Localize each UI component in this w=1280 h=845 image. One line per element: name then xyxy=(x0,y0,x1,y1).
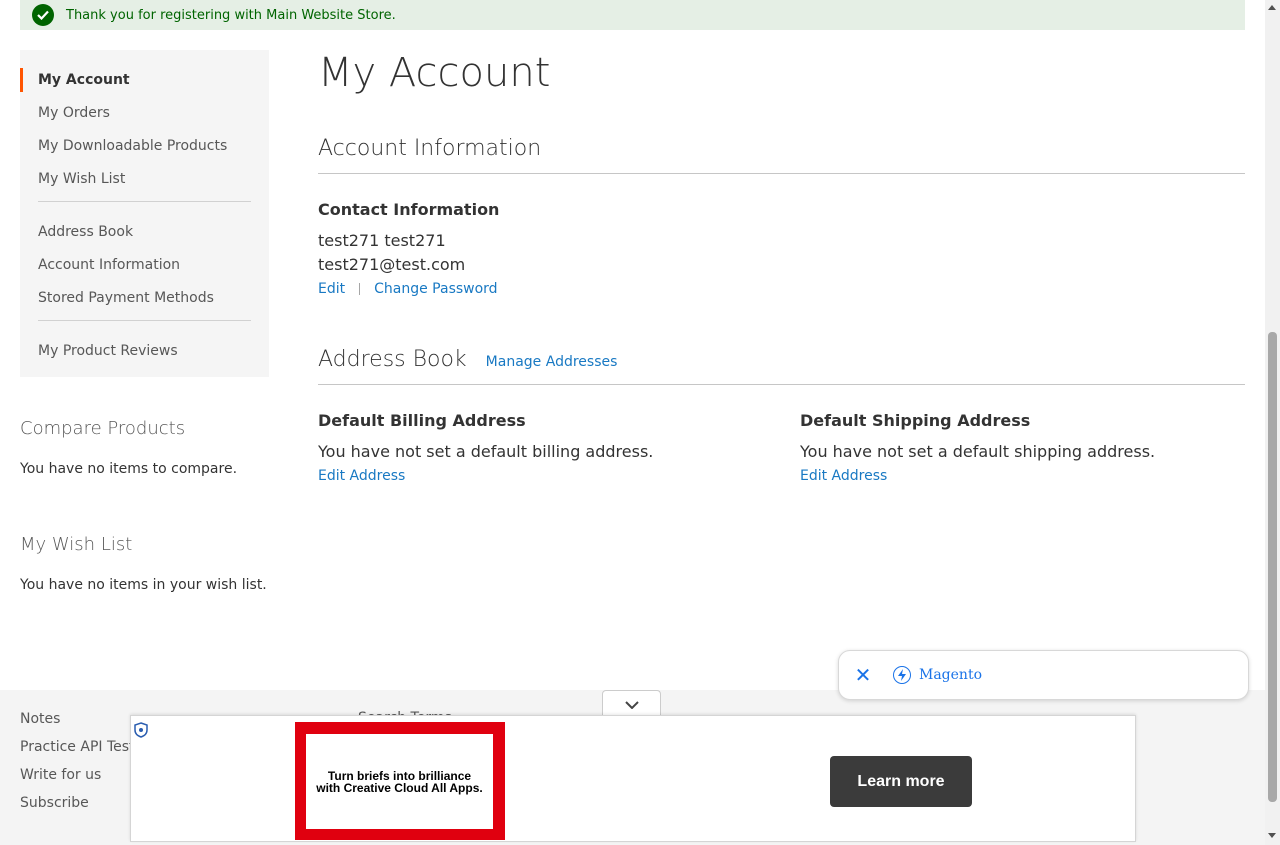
account-nav: My Account My Orders My Downloadable Pro… xyxy=(20,50,269,377)
nav-item-downloadable-products[interactable]: My Downloadable Products xyxy=(20,134,269,167)
edit-billing-address-link[interactable]: Edit Address xyxy=(318,468,405,484)
shipping-address-title: Default Shipping Address xyxy=(800,411,1031,430)
compare-products-title: Compare Products xyxy=(20,418,186,439)
nav-item-wish-list[interactable]: My Wish List xyxy=(20,167,269,200)
contact-information-box: Contact Information test271 test271 test… xyxy=(318,200,1245,297)
contact-information-title: Contact Information xyxy=(318,200,500,219)
search-suggestion-chip[interactable]: ✕ Magento xyxy=(838,650,1249,700)
lightning-icon xyxy=(893,666,911,684)
billing-address-title: Default Billing Address xyxy=(318,411,526,430)
manage-addresses-link[interactable]: Manage Addresses xyxy=(486,354,618,370)
account-information-title: Account Information xyxy=(318,136,542,161)
nav-item-account-information[interactable]: Account Information xyxy=(20,253,269,286)
ad-creative-text: Turn briefs into brilliance with Creativ… xyxy=(306,734,493,829)
action-separator xyxy=(359,283,361,295)
ad-shield-icon[interactable] xyxy=(134,722,148,742)
close-icon[interactable]: ✕ xyxy=(853,663,873,687)
ad-creative-line-1: Turn briefs into brilliance xyxy=(327,768,472,783)
footer-link-notes[interactable]: Notes xyxy=(20,710,138,738)
ad-learn-more-button[interactable]: Learn more xyxy=(830,756,972,807)
change-password-link[interactable]: Change Password xyxy=(374,281,497,297)
shipping-address-box: Default Shipping Address You have not se… xyxy=(800,411,1155,484)
account-information-heading: Account Information xyxy=(318,136,1245,174)
compare-empty-text: You have no items to compare. xyxy=(20,461,238,477)
ad-collapse-button[interactable] xyxy=(602,690,661,718)
wishlist-block: My Wish List You have no items in your w… xyxy=(20,534,267,593)
scroll-down-arrow-icon[interactable] xyxy=(1268,833,1276,838)
footer-link-write-for-us[interactable]: Write for us xyxy=(20,766,138,794)
footer-links: Notes Practice API Testi Write for us Su… xyxy=(20,710,138,822)
ad-banner[interactable]: Turn briefs into brilliance with Creativ… xyxy=(130,715,1136,842)
wishlist-empty-text: You have no items in your wish list. xyxy=(20,577,267,593)
search-chip-label[interactable]: Magento xyxy=(919,667,982,683)
customer-name: test271 test271 xyxy=(318,231,446,250)
wishlist-title: My Wish List xyxy=(20,534,133,555)
edit-contact-link[interactable]: Edit xyxy=(318,281,345,297)
compare-products-block: Compare Products You have no items to co… xyxy=(20,418,237,477)
billing-address-text: You have not set a default billing addre… xyxy=(318,442,654,461)
checkmark-icon xyxy=(32,4,54,26)
scroll-up-arrow-icon[interactable] xyxy=(1268,5,1276,10)
success-message: Thank you for registering with Main Webs… xyxy=(20,0,1245,30)
ad-creative[interactable]: Turn briefs into brilliance with Creativ… xyxy=(295,722,505,840)
nav-item-product-reviews[interactable]: My Product Reviews xyxy=(20,339,269,372)
chevron-down-icon xyxy=(624,700,639,709)
nav-item-address-book[interactable]: Address Book xyxy=(20,220,269,253)
page-scrollbar[interactable] xyxy=(1265,0,1280,845)
ad-creative-line-2: with Creative Cloud All Apps. xyxy=(316,780,483,795)
address-book-title: Address Book xyxy=(318,347,467,372)
success-message-text: Thank you for registering with Main Webs… xyxy=(66,7,396,23)
nav-divider xyxy=(38,201,251,202)
scrollbar-thumb[interactable] xyxy=(1268,332,1277,802)
nav-item-stored-payment-methods[interactable]: Stored Payment Methods xyxy=(20,286,269,319)
footer-link-practice-api[interactable]: Practice API Testi xyxy=(20,738,138,766)
edit-shipping-address-link[interactable]: Edit Address xyxy=(800,468,887,484)
main-content: My Account Account Information Contact I… xyxy=(318,50,1245,484)
nav-divider xyxy=(38,320,251,321)
nav-item-my-orders[interactable]: My Orders xyxy=(20,101,269,134)
footer-link-subscribe[interactable]: Subscribe xyxy=(20,794,138,822)
address-book-heading: Address Book Manage Addresses xyxy=(318,347,1245,385)
customer-email: test271@test.com xyxy=(318,255,466,274)
page-title: My Account xyxy=(318,50,551,96)
billing-address-box: Default Billing Address You have not set… xyxy=(318,411,800,484)
address-boxes: Default Billing Address You have not set… xyxy=(318,411,1245,484)
shipping-address-text: You have not set a default shipping addr… xyxy=(800,442,1156,461)
nav-item-my-account[interactable]: My Account xyxy=(20,68,269,101)
